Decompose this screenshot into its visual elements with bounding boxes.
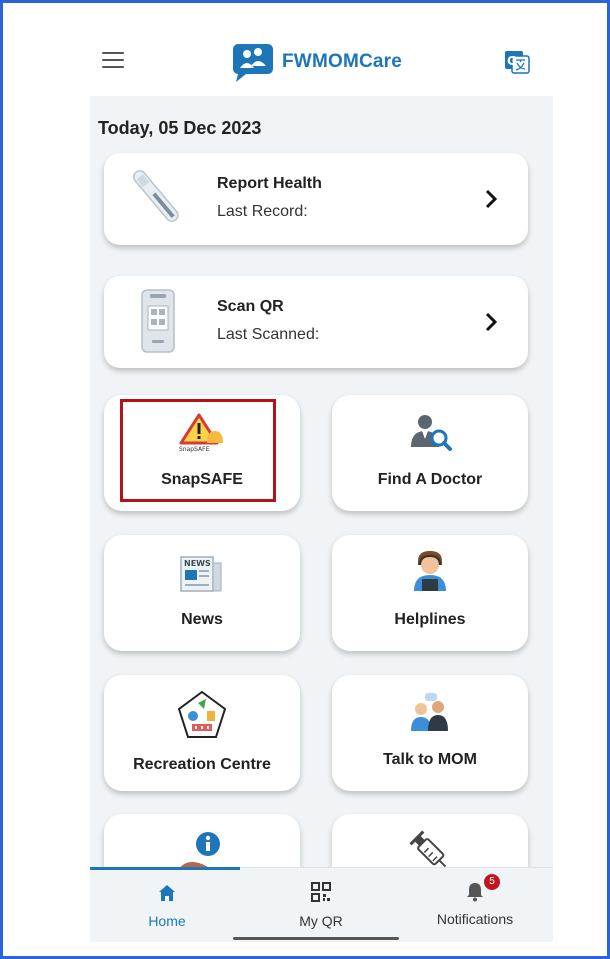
find-doctor-label: Find A Doctor [377,471,483,488]
scan-qr-title: Scan QR [217,298,284,315]
news-label: News [181,611,223,628]
nav-my-qr[interactable]: My QR [244,876,398,929]
scan-qr-subtitle: Last Scanned: [217,326,320,343]
bottom-nav: Home My QR 5 Notifications [90,867,553,942]
helplines-tile[interactable]: Helplines [332,535,528,651]
current-date: Today, 05 Dec 2023 [98,118,262,138]
app-logo-icon [233,44,273,82]
recreation-centre-icon [177,690,227,738]
nav-home[interactable]: Home [90,876,244,929]
news-icon-text: NEWS [184,559,211,568]
qr-code-icon [311,882,331,902]
thermometer-icon [133,170,179,222]
recreation-centre-label: Recreation Centre [133,756,271,773]
snapsafe-icon-text: SnapSAFE [179,446,210,453]
helpline-agent-icon [414,551,446,591]
app-logo: FWMOMCare [232,42,402,82]
bell-icon [467,883,483,902]
doctor-search-icon [411,415,452,451]
phone-screen: FWMOMCare G Today, 05 Dec 2023 Report He… [90,30,553,942]
report-health-card[interactable]: Report Health Last Record: [104,153,528,245]
chevron-right-icon [485,189,498,209]
find-doctor-tile[interactable]: Find A Doctor [332,395,528,511]
home-icon [159,885,175,901]
nav-notifications-label: Notifications [436,911,514,927]
talk-to-mom-label: Talk to MOM [383,751,477,768]
snapsafe-label: SnapSAFE [161,471,243,488]
phone-qr-icon [141,289,175,353]
chevron-right-icon [485,312,498,332]
svg-text:G: G [507,54,517,68]
app-bar: FWMOMCare G [90,30,553,96]
helplines-label: Helplines [394,611,466,628]
report-health-subtitle: Last Record: [217,203,308,220]
nav-notifications[interactable]: 5 Notifications [398,874,552,927]
talk-to-mom-tile[interactable]: Talk to MOM [332,675,528,791]
report-health-title: Report Health [217,175,322,192]
news-tile[interactable]: NEWS News [104,535,300,651]
snapsafe-tile[interactable]: SnapSAFE SnapSAFE [104,395,300,511]
talk-people-icon [411,693,448,731]
recreation-centre-tile[interactable]: Recreation Centre [104,675,300,791]
menu-icon[interactable] [102,52,124,70]
scan-qr-card[interactable]: Scan QR Last Scanned: [104,276,528,368]
active-tab-indicator [90,867,240,870]
newspaper-icon: NEWS [180,556,222,592]
nav-home-label: Home [148,913,186,929]
notification-count-badge: 5 [484,874,500,890]
info-icon [178,832,220,870]
app-title: FWMOMCare [282,51,403,72]
nav-my-qr-label: My QR [299,913,343,929]
gesture-bar [233,937,399,940]
translate-icon[interactable]: G [504,50,530,74]
warning-icon: SnapSAFE [179,413,223,453]
